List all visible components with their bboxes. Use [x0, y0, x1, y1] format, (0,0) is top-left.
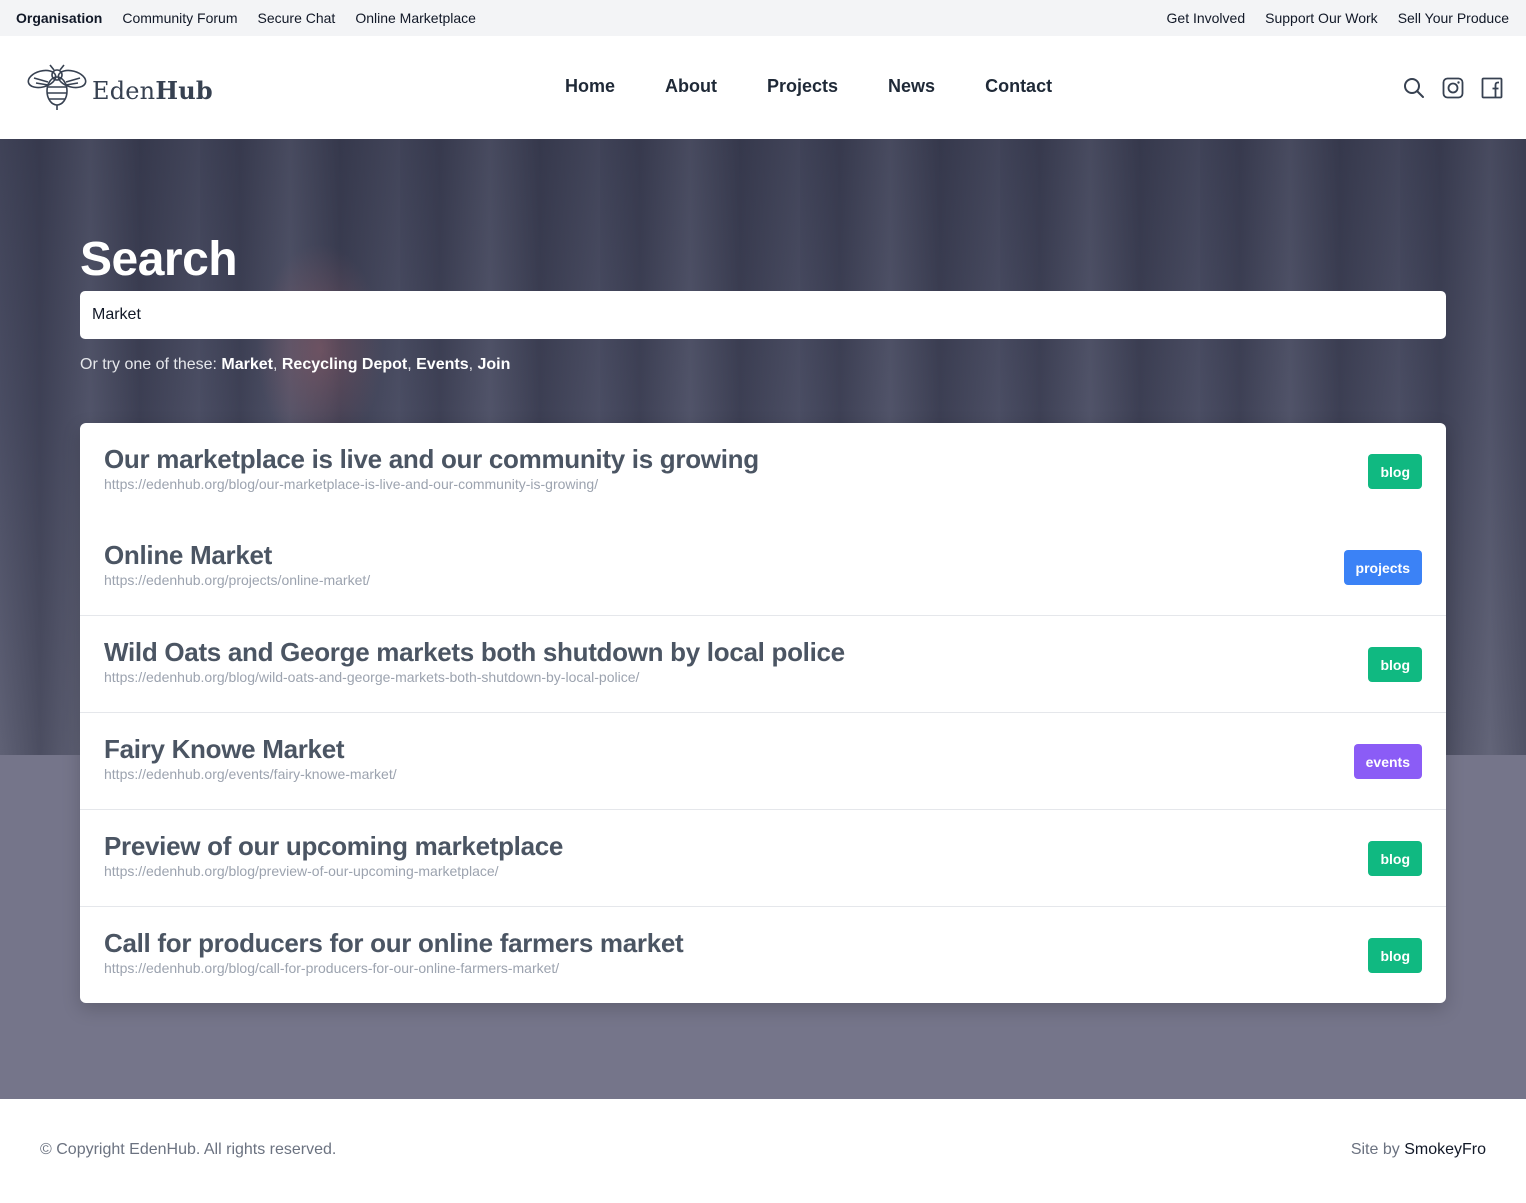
facebook-icon[interactable]: [1480, 76, 1503, 99]
result-title[interactable]: Online Market: [104, 540, 1422, 570]
result-url: https://edenhub.org/blog/our-marketplace…: [104, 476, 599, 492]
suggestion-market[interactable]: Market: [221, 356, 273, 373]
result-tag-badge: blog: [1368, 938, 1422, 973]
instagram-icon[interactable]: [1441, 76, 1464, 99]
site-credit: Site by SmokeyFro: [1351, 1141, 1486, 1159]
utility-links-right: Get Involved Support Our Work Sell Your …: [1167, 10, 1509, 26]
result-title[interactable]: Fairy Knowe Market: [104, 734, 1422, 764]
result-title[interactable]: Preview of our upcoming marketplace: [104, 831, 1422, 861]
site-header: EdenHub Home About Projects News Contact: [0, 36, 1526, 139]
result-title[interactable]: Wild Oats and George markets both shutdo…: [104, 637, 1422, 667]
search-result[interactable]: Online Market https://edenhub.org/projec…: [80, 519, 1446, 616]
search-result[interactable]: Call for producers for our online farmer…: [80, 907, 1446, 1003]
result-title[interactable]: Call for producers for our online farmer…: [104, 928, 1422, 958]
result-url: https://edenhub.org/projects/online-mark…: [104, 572, 371, 588]
result-url: https://edenhub.org/blog/preview-of-our-…: [104, 863, 499, 879]
result-url: https://edenhub.org/blog/wild-oats-and-g…: [104, 669, 640, 685]
main-navigation: Home About Projects News Contact: [565, 76, 1052, 97]
bee-icon: [26, 64, 88, 117]
nav-news[interactable]: News: [888, 76, 935, 97]
nav-contact[interactable]: Contact: [985, 76, 1052, 97]
result-tag-badge: blog: [1368, 454, 1422, 489]
suggestion-recycling-depot[interactable]: Recycling Depot: [282, 356, 407, 373]
search-result[interactable]: Preview of our upcoming marketplace http…: [80, 810, 1446, 907]
result-url: https://edenhub.org/blog/call-for-produc…: [104, 960, 560, 976]
site-footer: © Copyright EdenHub. All rights reserved…: [0, 1099, 1526, 1203]
utility-link-online-marketplace[interactable]: Online Marketplace: [355, 10, 476, 26]
logo-wordmark: EdenHub: [92, 76, 213, 105]
utility-link-organisation[interactable]: Organisation: [16, 10, 102, 26]
result-title[interactable]: Our marketplace is live and our communit…: [104, 444, 1422, 474]
page-title: Search: [80, 233, 238, 286]
suggestion-events[interactable]: Events: [416, 356, 468, 373]
search-suggestions: Or try one of these: Market, Recycling D…: [80, 356, 511, 373]
nav-projects[interactable]: Projects: [767, 76, 838, 97]
search-result[interactable]: Our marketplace is live and our communit…: [80, 423, 1446, 519]
utility-bar: Organisation Community Forum Secure Chat…: [0, 0, 1526, 36]
search-results-list: Our marketplace is live and our communit…: [80, 423, 1446, 1003]
utility-link-sell-your-produce[interactable]: Sell Your Produce: [1398, 10, 1509, 26]
suggestion-join[interactable]: Join: [477, 356, 510, 373]
copyright-text: © Copyright EdenHub. All rights reserved…: [40, 1141, 337, 1158]
nav-home[interactable]: Home: [565, 76, 615, 97]
result-tag-badge: events: [1353, 744, 1422, 779]
result-tag-badge: projects: [1343, 550, 1422, 585]
result-tag-badge: blog: [1368, 841, 1422, 876]
utility-link-community-forum[interactable]: Community Forum: [122, 10, 237, 26]
search-icon[interactable]: [1402, 76, 1425, 99]
utility-link-get-involved[interactable]: Get Involved: [1167, 10, 1246, 26]
utility-links-left: Organisation Community Forum Secure Chat…: [16, 10, 476, 26]
site-logo[interactable]: EdenHub: [26, 64, 213, 117]
search-result[interactable]: Wild Oats and George markets both shutdo…: [80, 616, 1446, 713]
header-icons: [1402, 76, 1503, 99]
credit-prefix: Site by: [1350, 1141, 1400, 1158]
search-input[interactable]: [80, 291, 1446, 339]
credit-link[interactable]: SmokeyFro: [1404, 1141, 1486, 1158]
utility-link-secure-chat[interactable]: Secure Chat: [258, 10, 336, 26]
utility-link-support-our-work[interactable]: Support Our Work: [1265, 10, 1378, 26]
suggestions-prefix: Or try one of these:: [80, 356, 217, 373]
search-result[interactable]: Fairy Knowe Market https://edenhub.org/e…: [80, 713, 1446, 810]
result-url: https://edenhub.org/events/fairy-knowe-m…: [104, 766, 397, 782]
result-tag-badge: blog: [1368, 647, 1422, 682]
nav-about[interactable]: About: [665, 76, 717, 97]
